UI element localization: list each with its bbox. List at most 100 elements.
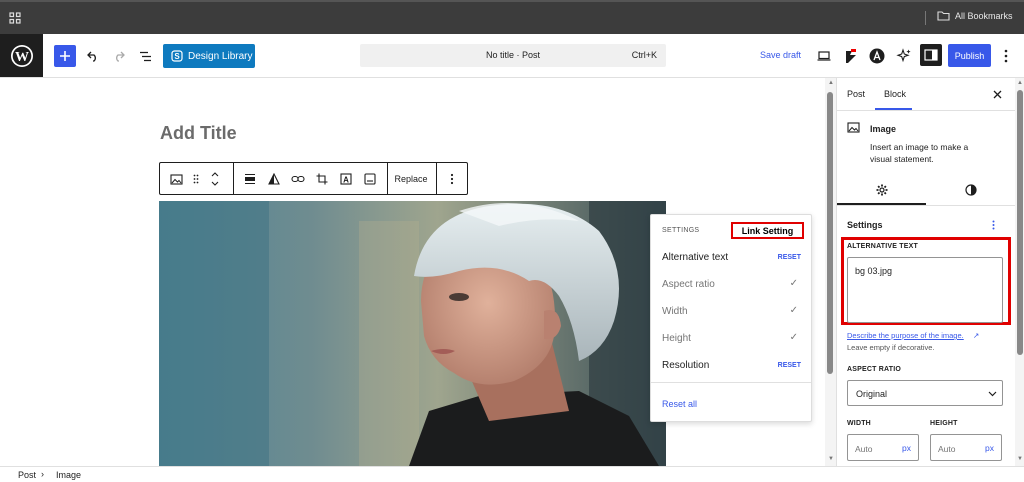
svg-text:W: W bbox=[15, 50, 29, 65]
width-unit-select[interactable]: px bbox=[902, 443, 911, 453]
resolution-reset-button[interactable]: RESET bbox=[778, 362, 801, 369]
settings-toggle-button[interactable] bbox=[920, 44, 942, 66]
scroll-up-arrow-icon[interactable]: ▲ bbox=[828, 80, 834, 86]
crop-button[interactable] bbox=[311, 163, 333, 195]
more-vertical-icon bbox=[992, 220, 994, 230]
command-palette-bar[interactable]: No title · Post Ctrl+K bbox=[360, 44, 666, 67]
settings-tab[interactable] bbox=[837, 176, 926, 204]
breadcrumb-post[interactable]: Post bbox=[18, 470, 36, 480]
all-bookmarks-button[interactable]: All Bookmarks bbox=[937, 10, 1013, 21]
reset-all-button[interactable]: Reset all bbox=[662, 399, 697, 409]
portrait-photo bbox=[159, 201, 666, 466]
align-wide-icon bbox=[245, 173, 255, 185]
image-settings-dropdown: SETTINGS Link Setting Alternative text R… bbox=[650, 214, 812, 422]
svg-text:A: A bbox=[343, 176, 349, 185]
menu-item-alternative-text[interactable]: Alternative text bbox=[662, 252, 728, 263]
apps-grid-icon[interactable] bbox=[8, 11, 22, 25]
scroll-down-arrow-icon[interactable]: ▼ bbox=[828, 456, 834, 462]
save-draft-button[interactable]: Save draft bbox=[760, 50, 801, 60]
text-overlay-button[interactable]: A bbox=[335, 163, 357, 195]
height-label: HEIGHT bbox=[930, 420, 958, 427]
block-toolbar: A Replace bbox=[159, 162, 468, 195]
all-bookmarks-label: All Bookmarks bbox=[955, 10, 1013, 21]
alt-text-input[interactable]: bg 03.jpg bbox=[847, 257, 1003, 323]
options-button[interactable] bbox=[996, 47, 1016, 65]
block-type-button[interactable] bbox=[164, 163, 188, 195]
caption-icon bbox=[364, 173, 376, 185]
canvas-scroll-thumb[interactable] bbox=[827, 92, 833, 374]
block-inspector-tabs bbox=[837, 176, 1015, 206]
alt-text-value: bg 03.jpg bbox=[855, 266, 893, 276]
publish-button[interactable]: Publish bbox=[948, 44, 991, 67]
width-input[interactable]: Auto px bbox=[847, 434, 919, 461]
replace-button[interactable]: Replace bbox=[389, 163, 433, 195]
align-button[interactable] bbox=[239, 163, 261, 195]
alt-text-reset-button[interactable]: RESET bbox=[778, 254, 801, 261]
chevron-right-icon: › bbox=[41, 469, 44, 479]
alt-text-label: ALTERNATIVE TEXT bbox=[847, 243, 918, 250]
canvas-scrollbar[interactable]: ▲ ▼ bbox=[825, 78, 836, 466]
aspect-ratio-value: Original bbox=[856, 389, 888, 399]
preview-button[interactable] bbox=[814, 47, 834, 65]
sidebar-scrollbar[interactable]: ▲ ▼ bbox=[1015, 78, 1024, 466]
sidebar-scroll-thumb[interactable] bbox=[1017, 90, 1023, 355]
menu-item-width[interactable]: Width bbox=[662, 306, 688, 317]
tab-post[interactable]: Post bbox=[847, 89, 865, 99]
document-overview-button[interactable] bbox=[136, 46, 154, 66]
astra-icon bbox=[869, 48, 885, 64]
dropdown-divider bbox=[651, 382, 811, 383]
duotone-icon bbox=[268, 173, 280, 185]
post-title-input[interactable]: Add Title bbox=[160, 123, 237, 144]
undo-button[interactable] bbox=[84, 46, 102, 66]
dropdown-heading: SETTINGS bbox=[662, 227, 700, 234]
breadcrumb-image[interactable]: Image bbox=[56, 470, 81, 480]
menu-item-aspect-ratio[interactable]: Aspect ratio bbox=[662, 279, 715, 290]
design-library-button[interactable]: S Design Library bbox=[163, 44, 255, 68]
scroll-up-arrow-icon[interactable]: ▲ bbox=[1017, 80, 1023, 86]
undo-icon bbox=[87, 51, 96, 62]
wordpress-logo-icon[interactable]: W bbox=[0, 34, 43, 77]
styles-tab[interactable] bbox=[926, 176, 1015, 204]
aspect-ratio-select[interactable]: Original bbox=[847, 380, 1003, 406]
redo-button[interactable] bbox=[110, 46, 128, 66]
panel-options-button[interactable] bbox=[987, 218, 999, 232]
active-tab-indicator bbox=[875, 108, 912, 110]
height-input[interactable]: Auto px bbox=[930, 434, 1002, 461]
tab-block[interactable]: Block bbox=[884, 89, 906, 99]
alt-text-help-link[interactable]: Describe the purpose of the image. bbox=[847, 331, 964, 340]
image-icon bbox=[847, 122, 860, 133]
toolbar-divider bbox=[233, 163, 234, 194]
width-placeholder: Auto bbox=[855, 444, 873, 454]
image-block[interactable] bbox=[159, 201, 666, 466]
menu-item-resolution[interactable]: Resolution bbox=[662, 360, 709, 371]
close-sidebar-button[interactable] bbox=[990, 87, 1004, 101]
link-button[interactable] bbox=[287, 163, 309, 195]
width-check-icon: ✓ bbox=[789, 305, 798, 316]
astra-button[interactable] bbox=[868, 47, 886, 65]
desktop-preview-icon bbox=[817, 51, 831, 61]
scroll-down-arrow-icon[interactable]: ▼ bbox=[1017, 456, 1023, 462]
block-breadcrumb: Post › Image bbox=[0, 466, 1024, 482]
move-up-down-button[interactable] bbox=[206, 163, 224, 195]
caption-button[interactable] bbox=[359, 163, 381, 195]
alt-text-help-note: Leave empty if decorative. bbox=[847, 343, 935, 352]
active-inspector-tab-indicator bbox=[837, 203, 926, 205]
drag-handle[interactable] bbox=[188, 163, 204, 195]
block-options-button[interactable] bbox=[440, 163, 464, 195]
block-card-description: Insert an image to make a visual stateme… bbox=[870, 142, 969, 164]
add-block-button[interactable] bbox=[54, 45, 76, 67]
sidebar-tabs: Post Block bbox=[837, 78, 1015, 111]
sparkles-icon bbox=[896, 48, 911, 63]
editor-canvas: Add Title A Replace SETTINGS Link Settin… bbox=[0, 78, 825, 466]
list-view-icon bbox=[139, 51, 151, 61]
height-unit-select[interactable]: px bbox=[985, 443, 994, 453]
duotone-button[interactable] bbox=[263, 163, 285, 195]
crop-icon bbox=[316, 173, 328, 185]
rank-math-button[interactable] bbox=[842, 46, 860, 66]
bookmark-divider bbox=[925, 11, 926, 25]
ai-assistant-button[interactable] bbox=[894, 46, 914, 66]
plus-icon bbox=[60, 51, 70, 61]
block-card-title: Image bbox=[870, 124, 897, 134]
aspect-ratio-check-icon: ✓ bbox=[789, 278, 798, 289]
menu-item-height[interactable]: Height bbox=[662, 333, 691, 344]
